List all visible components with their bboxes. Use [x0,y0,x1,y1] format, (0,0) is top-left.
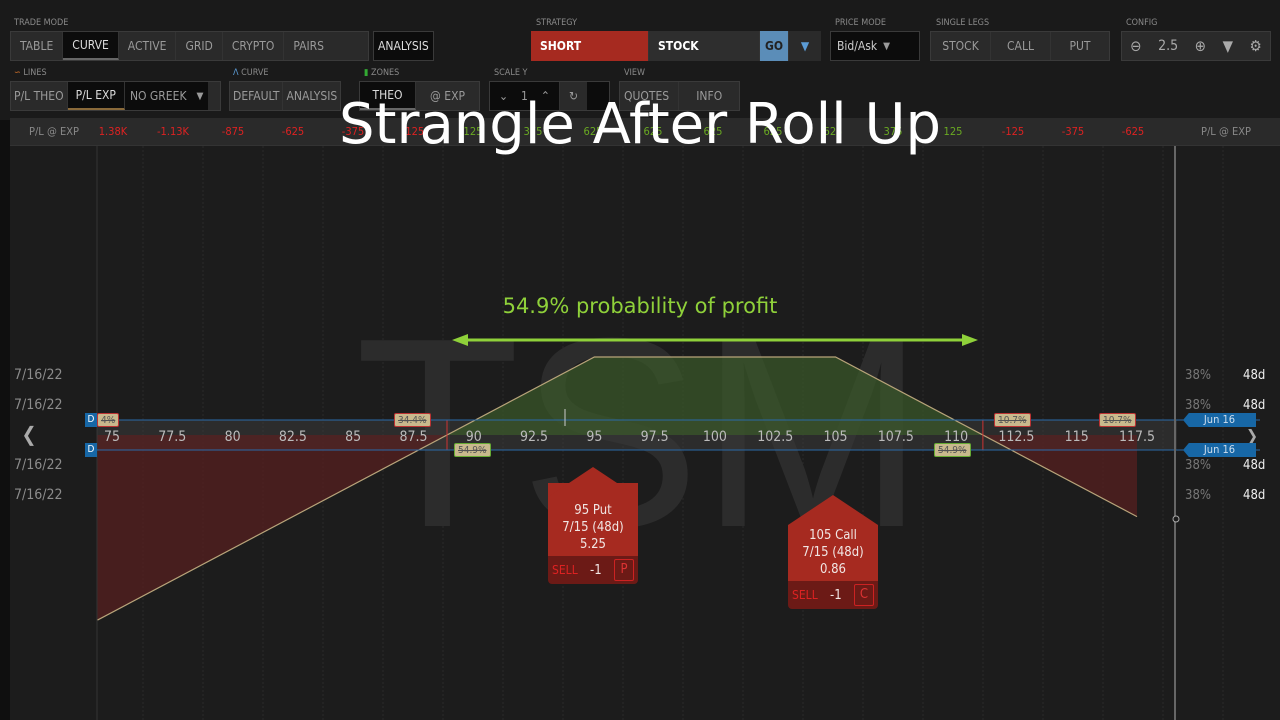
filter-icon[interactable]: ▼ [1223,37,1233,55]
price-tick: 115 [1065,429,1089,445]
probability-of-profit: 54.9% probability of profit [502,294,778,318]
price-tick: 105 [824,429,848,445]
lines-icon: ∽ [14,68,21,78]
tab-grid[interactable]: GRID [176,32,223,60]
price-tick: 87.5 [399,429,427,445]
single-leg-call[interactable]: CALL [991,32,1051,60]
lines-label: ∽ LINES [14,68,47,78]
leg-price: 0.86 [819,562,847,577]
d-marker[interactable]: D [85,443,97,457]
strategy-side-button[interactable]: SHORT [531,31,649,61]
dte-value: 48d [1243,398,1266,413]
probability-tag: 10.7% [1099,413,1136,427]
leg-type-call[interactable]: C [854,584,874,606]
price-tick: 75 [104,429,120,445]
price-tick: 112.5 [998,429,1034,445]
price-tick: 97.5 [641,429,669,445]
probability-tag: 54.9% [934,443,971,457]
zones-icon: ▮ [364,68,369,78]
price-tick: 85 [345,429,361,445]
leg-name: 95 Put [574,503,612,518]
leg-qty[interactable]: -1 [830,588,842,603]
price-tick: 107.5 [878,429,914,445]
gear-icon[interactable]: ⚙ [1250,37,1262,55]
zoom-out-icon[interactable]: ⊖ [1130,37,1141,55]
zones-label: ▮ ZONES [364,68,400,78]
probability-tag: 34.4% [394,413,431,427]
config-bar: ⊖ 2.5 ⊕ ▼ ⚙ [1121,31,1271,61]
go-button[interactable]: GO [760,31,789,61]
trade-mode-label: TRADE MODE [14,18,69,28]
expiration-date: 7/16/22 [14,397,63,413]
price-mode-label: PRICE MODE [835,18,886,28]
leg-expiration: 7/15 (48d) [802,545,864,560]
single-legs-label: SINGLE LEGS [936,18,990,28]
scroll-left-icon[interactable]: ❮ [21,422,36,446]
zoom-level: 2.5 [1158,38,1179,54]
iv-value: 38% [1185,458,1211,473]
expiration-flag[interactable]: Jun 16 [1183,443,1256,457]
config-label: CONFIG [1126,18,1158,28]
trade-mode-tabs: TABLE CURVE ACTIVE GRID CRYPTO PAIRS [10,31,369,61]
single-leg-put[interactable]: PUT [1051,32,1109,60]
price-tick: 95 [586,429,602,445]
leg-action[interactable]: SELL [792,588,818,602]
price-mode-value: Bid/Ask [837,39,878,53]
expiration-date: 7/16/22 [14,367,63,383]
chevron-down-icon[interactable]: ▼ [789,31,821,61]
strategy-bar: SHORT STOCK GO ▼ [531,31,821,61]
tab-crypto[interactable]: CRYPTO [223,32,285,60]
leg-type-put[interactable]: P [614,559,634,581]
zoom-in-icon[interactable]: ⊕ [1195,37,1206,55]
tab-table[interactable]: TABLE [11,32,64,60]
leg-price: 5.25 [579,537,607,552]
price-tick: 82.5 [279,429,307,445]
analysis-tab-wrap: ANALYSIS [373,31,434,61]
price-tick: 102.5 [757,429,793,445]
price-tick: 100 [703,429,727,445]
probability-tag: 4% [97,413,120,427]
strategy-type-select[interactable]: STOCK [649,31,760,61]
price-tick: 77.5 [158,429,186,445]
strategy-label: STRATEGY [536,18,578,28]
tab-curve[interactable]: CURVE [63,32,119,60]
overlay-title: Strangle After Roll Up [338,92,942,157]
iv-value: 38% [1185,488,1211,503]
leg-ticket-call[interactable]: 105 Call 7/15 (48d) 0.86 SELL -1 C [788,495,878,609]
single-leg-stock[interactable]: STOCK [931,32,991,60]
curve-icon: Λ [233,68,239,78]
scroll-right-icon[interactable]: ❯ [1246,426,1258,445]
price-tick: 92.5 [520,429,548,445]
price-tick: 80 [225,429,241,445]
expiration-date: 7/16/22 [14,457,63,473]
iv-value: 38% [1185,398,1211,413]
probability-tag: 10.7% [994,413,1031,427]
date-handle[interactable] [1172,515,1180,523]
pl-chart: TSM 7577.58082.58587.59092.59597.5100102… [21,146,1260,720]
arrow-right-head [962,334,978,346]
leg-action[interactable]: SELL [552,563,578,577]
view-label: VIEW [624,68,646,78]
leg-name: 105 Call [809,528,857,543]
price-tick: 117.5 [1119,429,1155,445]
expiration-flag[interactable]: Jun 16 [1183,413,1256,427]
curve-label: Λ CURVE [233,68,269,78]
leg-qty[interactable]: -1 [590,563,602,578]
dte-value: 48d [1243,488,1266,503]
expiration-date: 7/16/22 [14,487,63,503]
dte-value: 48d [1243,458,1266,473]
probability-tag: 54.9% [454,443,491,457]
tab-pairs[interactable]: PAIRS [284,32,333,60]
scale-y-label: SCALE Y [494,68,528,78]
leg-ticket-put[interactable]: ITM 95 Put 7/15 (48d) 5.25 SELL-1P [548,467,638,584]
leg-expiration: 7/15 (48d) [562,520,624,535]
tab-analysis[interactable]: ANALYSIS [374,32,433,60]
iv-value: 38% [1185,368,1211,383]
tab-active[interactable]: ACTIVE [119,32,177,60]
d-marker[interactable]: D [85,413,97,427]
dte-value: 48d [1243,368,1266,383]
price-mode-select[interactable]: Bid/Ask ▼ [830,31,920,61]
dropdown-arrow-icon: ▼ [883,40,891,52]
single-legs-bar: STOCK CALL PUT [930,31,1110,61]
